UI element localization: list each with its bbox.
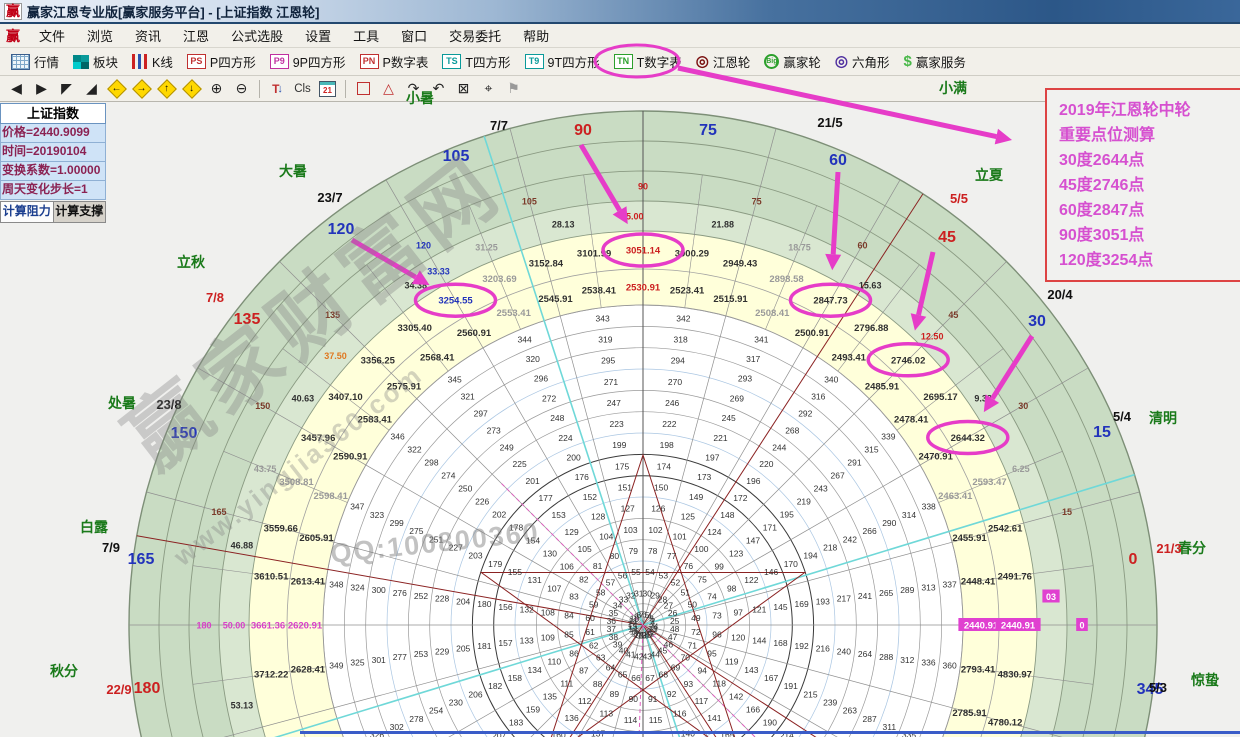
9p-square-label: 9P四方形 <box>293 52 346 71</box>
toolbar-button-quotes[interactable]: 行情 <box>4 50 66 74</box>
app-icon: 赢 <box>4 3 22 20</box>
toolbar-button-hexagon[interactable]: ◎ 六角形 <box>828 50 897 74</box>
t-square-icon: TS <box>442 54 461 69</box>
t-square-label: T四方形 <box>465 52 510 71</box>
tool-arrow-left-icon[interactable]: ◀ <box>4 78 29 100</box>
toolbar-button-sectors[interactable]: 板块 <box>66 50 125 74</box>
menu-item-3[interactable]: 江恩 <box>172 27 220 46</box>
gann-wheel-icon: ◎ <box>696 54 709 69</box>
title-bar: 赢 赢家江恩专业版[赢家服务平台] - [上证指数 江恩轮] <box>0 0 1240 24</box>
toolbar-button-t-square[interactable]: TS T四方形 <box>435 50 517 74</box>
sectors-icon <box>73 55 89 69</box>
tool-calendar-icon[interactable]: 21 <box>315 78 340 100</box>
tool-flag-down-icon[interactable]: ◢ <box>79 78 104 100</box>
annotation-line-3: 45度2746点 <box>1059 173 1240 198</box>
menu-item-2[interactable]: 资讯 <box>124 27 172 46</box>
tool-flag-up-icon[interactable]: ◤ <box>54 78 79 100</box>
brand-logo-icon: 赢 <box>6 26 20 46</box>
9t-square-icon: T9 <box>525 54 544 69</box>
tool-zoom-in-icon[interactable]: ⊕ <box>204 78 229 100</box>
menu-item-6[interactable]: 工具 <box>342 27 390 46</box>
annotation-line-2: 30度2644点 <box>1059 148 1240 173</box>
sectors-label: 板块 <box>93 52 118 71</box>
toolbar-button-winner-service[interactable]: $ 赢家服务 <box>896 50 972 74</box>
p-square-label: P四方形 <box>210 52 256 71</box>
tool-fit-window-icon[interactable]: ⊠ <box>451 78 476 100</box>
tool-center-view-icon[interactable]: ⌖ <box>476 78 501 100</box>
p-number-icon: PN <box>360 54 379 69</box>
toolbar-button-gann-wheel[interactable]: ◎ 江恩轮 <box>689 50 758 74</box>
menu-item-9[interactable]: 帮助 <box>512 27 560 46</box>
menu-item-7[interactable]: 窗口 <box>390 27 438 46</box>
quotes-icon <box>11 54 30 70</box>
bottom-scroll-line[interactable] <box>300 731 1240 734</box>
toolbar-button-9p-square[interactable]: P9 9P四方形 <box>263 50 353 74</box>
tool-draw-triangle-icon[interactable]: △ <box>376 78 401 100</box>
tool-rotate-cw-icon[interactable]: ↷ <box>401 78 426 100</box>
winner-wheel-label: 赢家轮 <box>783 52 821 71</box>
calc-resistance-button[interactable]: 计算阻力 <box>0 201 54 223</box>
toolbar-separator <box>259 80 260 98</box>
p-square-icon: PS <box>187 54 206 69</box>
annotation-line-4: 60度2847点 <box>1059 198 1240 223</box>
t-number-label: T数字表 <box>637 52 682 71</box>
kline-icon <box>132 54 148 69</box>
hexagon-icon: ◎ <box>835 54 848 69</box>
toolbar-button-p-square[interactable]: PS P四方形 <box>180 50 263 74</box>
window-title: 赢家江恩专业版[赢家服务平台] - [上证指数 江恩轮] <box>27 2 319 21</box>
menu-item-5[interactable]: 设置 <box>294 27 342 46</box>
tool-zoom-out-icon[interactable]: ⊖ <box>229 78 254 100</box>
toolbar-button-kline[interactable]: K线 <box>125 50 180 74</box>
menu-bar: 赢 文件浏览资讯江恩公式选股设置工具窗口交易委托帮助 <box>0 24 1240 48</box>
toolbar-button-p-number[interactable]: PN P数字表 <box>353 50 436 74</box>
calc-support-button[interactable]: 计算支撑 <box>54 201 107 223</box>
toolbar-button-winner-wheel[interactable]: Big 赢家轮 <box>757 50 828 74</box>
menu-item-1[interactable]: 浏览 <box>76 27 124 46</box>
annotation-box: 2019年江恩轮中轮重要点位测算30度2644点45度2746点60度2847点… <box>1045 88 1240 282</box>
tool-draw-square-icon[interactable] <box>351 78 376 100</box>
annotation-line-6: 120度3254点 <box>1059 248 1240 273</box>
winner-service-icon: $ <box>903 53 911 70</box>
menu-item-0[interactable]: 文件 <box>28 27 76 46</box>
panel-row-1: 时间=20190104 <box>0 143 106 162</box>
p-number-label: P数字表 <box>383 52 429 71</box>
hexagon-label: 六角形 <box>852 52 890 71</box>
toolbar-button-9t-square[interactable]: T9 9T四方形 <box>518 50 607 74</box>
panel-row-2: 变换系数=1.00000 <box>0 162 106 181</box>
panel-row-3: 周天变化步长=1 <box>0 181 106 200</box>
annotation-line-5: 90度3051点 <box>1059 223 1240 248</box>
symbol-info-panel: 上证指数 价格=2440.9099时间=20190104变换系数=1.00000… <box>0 103 106 223</box>
tool-pan-up-icon[interactable]: ↑ <box>154 78 179 100</box>
winner-service-label: 赢家服务 <box>916 52 966 71</box>
kline-label: K线 <box>152 52 173 71</box>
t-number-icon: TN <box>614 54 633 69</box>
winner-wheel-icon: Big <box>764 54 779 69</box>
main-toolbar: 行情 板块 K线 PS P四方形 P9 9P四方形 PN P数字表 TS T四方形 T9 9T四方形 TN… <box>0 48 1240 76</box>
tool-cls-icon[interactable]: Cls <box>290 78 315 100</box>
toolbar-separator <box>345 80 346 98</box>
9p-square-icon: P9 <box>270 54 289 69</box>
menu-item-4[interactable]: 公式选股 <box>220 27 294 46</box>
quotes-label: 行情 <box>34 52 59 71</box>
annotation-line-1: 重要点位测算 <box>1059 123 1240 148</box>
9t-square-label: 9T四方形 <box>548 52 600 71</box>
tool-pan-right-icon[interactable]: → <box>129 78 154 100</box>
tool-pan-left-icon[interactable]: ← <box>104 78 129 100</box>
annotation-line-0: 2019年江恩轮中轮 <box>1059 98 1240 123</box>
panel-row-0: 价格=2440.9099 <box>0 124 106 143</box>
symbol-name: 上证指数 <box>0 103 106 124</box>
toolbar-button-t-number[interactable]: TN T数字表 <box>607 50 689 74</box>
menu-item-8[interactable]: 交易委托 <box>438 27 512 46</box>
gann-wheel-label: 江恩轮 <box>713 52 751 71</box>
tool-rotate-ccw-icon[interactable]: ↶ <box>426 78 451 100</box>
tool-t-down-icon[interactable]: T↓ <box>265 78 290 100</box>
tool-presentation-icon[interactable]: ⚑ <box>501 78 526 100</box>
tool-pan-down-icon[interactable]: ↓ <box>179 78 204 100</box>
tool-arrow-right-icon[interactable]: ▶ <box>29 78 54 100</box>
